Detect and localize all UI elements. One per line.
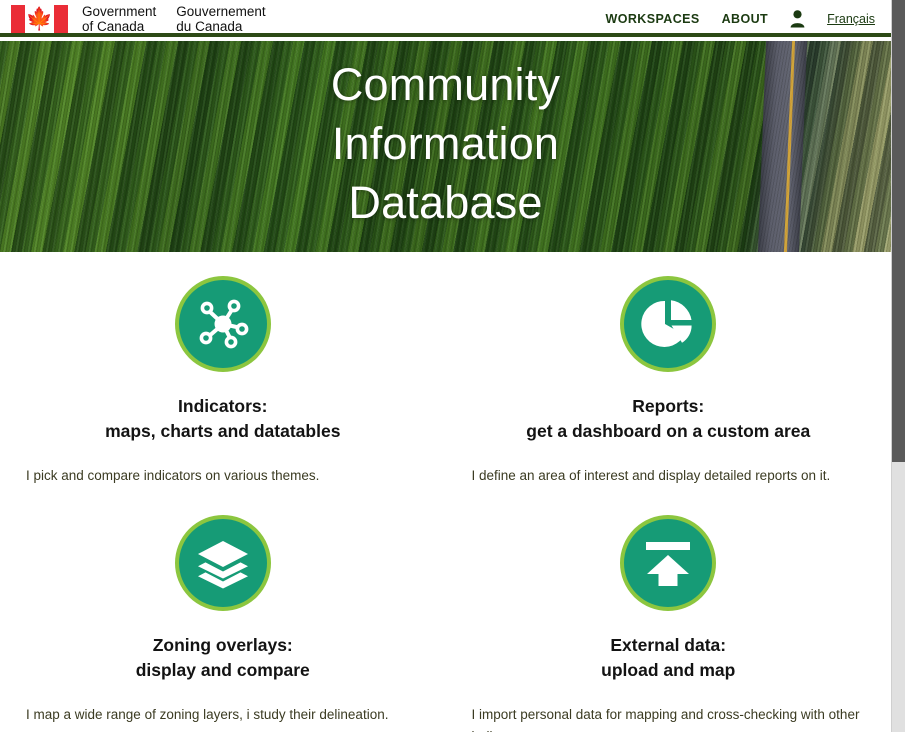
external-data-icon-wrap[interactable] bbox=[472, 515, 866, 611]
header-nav: WORKSPACES ABOUT Français bbox=[606, 9, 875, 28]
maple-leaf-icon: 🍁 bbox=[25, 5, 54, 31]
reports-card-description: I define an area of interest and display… bbox=[471, 468, 831, 483]
wordmark-en-line1: Government bbox=[82, 3, 157, 19]
feature-card-reports[interactable]: Reports: get a dashboard on a custom are… bbox=[446, 276, 892, 487]
reports-icon-wrap[interactable] bbox=[472, 276, 866, 372]
page-content: 🍁 Government of Canada Gouvernement du C… bbox=[0, 0, 891, 732]
reports-icon-circle[interactable] bbox=[620, 276, 717, 372]
page-root: 🍁 Government of Canada Gouvernement du C… bbox=[0, 0, 905, 732]
feature-card-zoning-overlays[interactable]: Zoning overlays: display and compare I m… bbox=[0, 487, 446, 732]
indicators-icon-circle[interactable] bbox=[174, 276, 271, 372]
indicators-icon-wrap[interactable] bbox=[26, 276, 420, 372]
hero-banner: Community Information Database bbox=[0, 41, 891, 252]
nav-about[interactable]: ABOUT bbox=[722, 12, 768, 26]
person-icon bbox=[790, 9, 805, 27]
government-of-canada-wordmark[interactable]: 🍁 Government of Canada Gouvernement du C… bbox=[11, 4, 266, 34]
zoning-card-description: I map a wide range of zoning layers, i s… bbox=[26, 707, 389, 722]
page-title: Community Information Database bbox=[0, 41, 891, 232]
reports-title-line2: get a dashboard on a custom area bbox=[526, 421, 811, 441]
reports-title-line1: Reports: bbox=[632, 396, 705, 416]
zoning-title-line1: Zoning overlays: bbox=[152, 635, 293, 655]
canada-flag-icon: 🍁 bbox=[11, 4, 68, 33]
vertical-scrollbar[interactable] bbox=[891, 0, 905, 732]
nav-workspaces[interactable]: WORKSPACES bbox=[606, 12, 700, 26]
wordmark-fr-line1: Gouvernement bbox=[176, 3, 266, 19]
wordmark-text: Government of Canada Gouvernement du Can… bbox=[82, 4, 266, 34]
wordmark-french: Gouvernement du Canada bbox=[176, 4, 265, 34]
feature-card-grid: Indicators: maps, charts and datatables … bbox=[0, 252, 891, 732]
external-data-title-line1: External data: bbox=[610, 635, 727, 655]
hero-title-line3: Database bbox=[348, 177, 543, 228]
indicators-card-title: Indicators: maps, charts and datatables bbox=[26, 394, 420, 444]
layers-icon bbox=[197, 541, 248, 589]
feature-card-indicators[interactable]: Indicators: maps, charts and datatables … bbox=[0, 276, 446, 487]
hero-title-line1: Community bbox=[330, 59, 561, 110]
external-data-icon-circle[interactable] bbox=[620, 515, 717, 611]
feature-card-external-data[interactable]: External data: upload and map I import p… bbox=[446, 487, 892, 732]
language-toggle-link[interactable]: Français bbox=[827, 12, 875, 26]
pie-chart-icon bbox=[641, 300, 692, 347]
external-data-card-title: External data: upload and map bbox=[472, 633, 866, 683]
indicators-title-line1: Indicators: bbox=[178, 396, 268, 416]
indicators-card-description: I pick and compare indicators on various… bbox=[26, 468, 320, 483]
zoning-icon-circle[interactable] bbox=[174, 515, 271, 611]
scrollbar-thumb[interactable] bbox=[892, 0, 905, 462]
external-data-card-description: I import personal data for mapping and c… bbox=[471, 707, 860, 732]
zoning-icon-wrap[interactable] bbox=[26, 515, 420, 611]
hero-title-line2: Information bbox=[331, 118, 560, 169]
reports-card-title: Reports: get a dashboard on a custom are… bbox=[472, 394, 866, 444]
zoning-card-title: Zoning overlays: display and compare bbox=[26, 633, 420, 683]
wordmark-en-line2: of Canada bbox=[82, 18, 145, 34]
zoning-title-line2: display and compare bbox=[135, 660, 310, 680]
wordmark-english: Government of Canada bbox=[82, 4, 156, 34]
upload-icon bbox=[646, 542, 691, 586]
indicators-title-line2: maps, charts and datatables bbox=[105, 421, 341, 441]
network-nodes-icon bbox=[199, 299, 249, 349]
gc-header: 🍁 Government of Canada Gouvernement du C… bbox=[0, 0, 891, 41]
account-link[interactable] bbox=[790, 9, 805, 28]
external-data-title-line2: upload and map bbox=[601, 660, 736, 680]
wordmark-fr-line2: du Canada bbox=[176, 18, 243, 34]
